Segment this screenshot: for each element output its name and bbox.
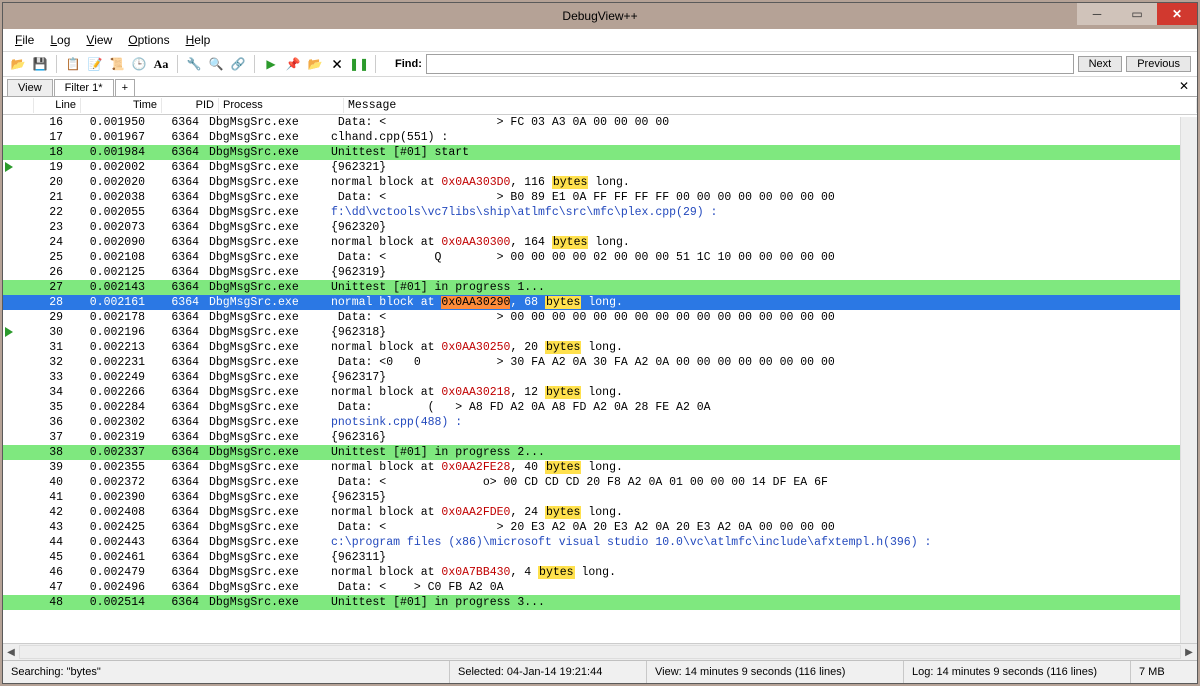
col-time[interactable]: Time [81,98,162,113]
log-row[interactable]: 300.0021966364DbgMsgSrc.exe{962318} [3,325,1197,340]
minimize-icon[interactable]: ─ [1077,3,1117,25]
window: DebugView++ ─ ▭ ✕ File Log View Options … [2,2,1198,684]
note-icon[interactable]: 📝 [86,55,104,73]
log-row[interactable]: 290.0021786364DbgMsgSrc.exe Data: < > 00… [3,310,1197,325]
log-row[interactable]: 410.0023906364DbgMsgSrc.exe{962315} [3,490,1197,505]
log-row[interactable]: 160.0019506364DbgMsgSrc.exe Data: < > FC… [3,115,1197,130]
col-line[interactable]: Line [34,98,81,113]
log-row[interactable]: 180.0019846364DbgMsgSrc.exeUnittest [#01… [3,145,1197,160]
log-row[interactable]: 430.0024256364DbgMsgSrc.exe Data: < > 20… [3,520,1197,535]
status-search: Searching: "bytes" [3,661,450,683]
bookmark-icon[interactable] [5,162,13,172]
toolbar: 📂 💾 📋 📝 📜 🕒 Aa 🔧 🔍 🔗 ▶ 📌 📂 🗙 ❚❚ Find: Ne… [3,52,1197,77]
log-row[interactable]: 320.0022316364DbgMsgSrc.exe Data: <0 0 >… [3,355,1197,370]
log-row[interactable]: 260.0021256364DbgMsgSrc.exe{962319} [3,265,1197,280]
clear-icon[interactable]: 🗙 [328,55,346,73]
save-icon[interactable]: 💾 [31,55,49,73]
menu-file[interactable]: File [9,31,40,49]
log-row[interactable]: 230.0020736364DbgMsgSrc.exe{962320} [3,220,1197,235]
column-headers[interactable]: Line Time PID Process Message [3,97,1197,115]
window-title: DebugView++ [3,9,1197,23]
log-row[interactable]: 350.0022846364DbgMsgSrc.exe Data: ( > A8… [3,400,1197,415]
log-row[interactable]: 390.0023556364DbgMsgSrc.exenormal block … [3,460,1197,475]
find-next-button[interactable]: Next [1078,56,1123,72]
status-selected: Selected: 04-Jan-14 19:21:44 [450,661,647,683]
log-row[interactable]: 330.0022496364DbgMsgSrc.exe{962317} [3,370,1197,385]
log-row[interactable]: 380.0023376364DbgMsgSrc.exeUnittest [#01… [3,445,1197,460]
status-view: View: 14 minutes 9 seconds (116 lines) [647,661,904,683]
log-row[interactable]: 280.0021616364DbgMsgSrc.exenormal block … [3,295,1197,310]
tab-filter1[interactable]: Filter 1* [54,79,114,96]
log-row[interactable]: 240.0020906364DbgMsgSrc.exenormal block … [3,235,1197,250]
link-icon[interactable]: 🔗 [229,55,247,73]
find-input[interactable] [426,54,1074,74]
star1-icon[interactable]: 📌 [284,55,302,73]
log-row[interactable]: 190.0020026364DbgMsgSrc.exe{962321} [3,160,1197,175]
log-row[interactable]: 200.0020206364DbgMsgSrc.exenormal block … [3,175,1197,190]
log-row[interactable]: 370.0023196364DbgMsgSrc.exe{962316} [3,430,1197,445]
status-log: Log: 14 minutes 9 seconds (116 lines) [904,661,1131,683]
log-row[interactable]: 340.0022666364DbgMsgSrc.exenormal block … [3,385,1197,400]
titlebar[interactable]: DebugView++ ─ ▭ ✕ [3,3,1197,29]
pause-icon[interactable]: ❚❚ [350,55,368,73]
log-row[interactable]: 210.0020386364DbgMsgSrc.exe Data: < > B0… [3,190,1197,205]
menu-log[interactable]: Log [44,31,76,49]
horizontal-scrollbar[interactable]: ◀▶ [3,643,1197,660]
bookmark-icon[interactable] [5,327,13,337]
menu-options[interactable]: Options [122,31,175,49]
menu-view[interactable]: View [80,31,118,49]
log-row[interactable]: 470.0024966364DbgMsgSrc.exe Data: < > C0… [3,580,1197,595]
col-message[interactable]: Message [344,98,1197,113]
tab-add-button[interactable]: + [115,79,135,96]
col-process[interactable]: Process [219,98,344,113]
col-pid[interactable]: PID [162,98,219,113]
autoscroll-icon[interactable]: 📜 [108,55,126,73]
find-icon[interactable]: 🔍 [207,55,225,73]
log-area[interactable]: Line Time PID Process Message 160.001950… [3,97,1197,643]
log-row[interactable]: 450.0024616364DbgMsgSrc.exe{962311} [3,550,1197,565]
log-row[interactable]: 220.0020556364DbgMsgSrc.exef:\dd\vctools… [3,205,1197,220]
log-row[interactable]: 170.0019676364DbgMsgSrc.execlhand.cpp(55… [3,130,1197,145]
play-icon[interactable]: ▶ [262,55,280,73]
status-mem: 7 MB [1131,661,1197,683]
menu-help[interactable]: Help [180,31,217,49]
find-label: Find: [395,58,422,70]
log-row[interactable]: 270.0021436364DbgMsgSrc.exeUnittest [#01… [3,280,1197,295]
tab-close-icon[interactable]: ✕ [1179,79,1189,93]
log-row[interactable]: 400.0023726364DbgMsgSrc.exe Data: < o> 0… [3,475,1197,490]
maximize-icon[interactable]: ▭ [1117,3,1157,25]
statusbar: Searching: "bytes" Selected: 04-Jan-14 1… [3,660,1197,683]
log-row[interactable]: 250.0021086364DbgMsgSrc.exe Data: < Q > … [3,250,1197,265]
open-icon[interactable]: 📂 [9,55,27,73]
star2-icon[interactable]: 📂 [306,55,324,73]
font-icon[interactable]: Aa [152,55,170,73]
log-row[interactable]: 310.0022136364DbgMsgSrc.exenormal block … [3,340,1197,355]
log-row[interactable]: 440.0024436364DbgMsgSrc.exec:\program fi… [3,535,1197,550]
tabbar: View Filter 1* + ✕ [3,77,1197,97]
clock-icon[interactable]: 🕒 [130,55,148,73]
log-row[interactable]: 480.0025146364DbgMsgSrc.exeUnittest [#01… [3,595,1197,610]
wrench-icon[interactable]: 🔧 [185,55,203,73]
vertical-scrollbar[interactable] [1180,117,1197,643]
copy-icon[interactable]: 📋 [64,55,82,73]
tab-view[interactable]: View [7,79,53,96]
find-prev-button[interactable]: Previous [1126,56,1191,72]
log-row[interactable]: 460.0024796364DbgMsgSrc.exenormal block … [3,565,1197,580]
log-row[interactable]: 360.0023026364DbgMsgSrc.exepnotsink.cpp(… [3,415,1197,430]
menubar: File Log View Options Help [3,29,1197,52]
log-row[interactable]: 420.0024086364DbgMsgSrc.exenormal block … [3,505,1197,520]
close-icon[interactable]: ✕ [1157,3,1197,25]
